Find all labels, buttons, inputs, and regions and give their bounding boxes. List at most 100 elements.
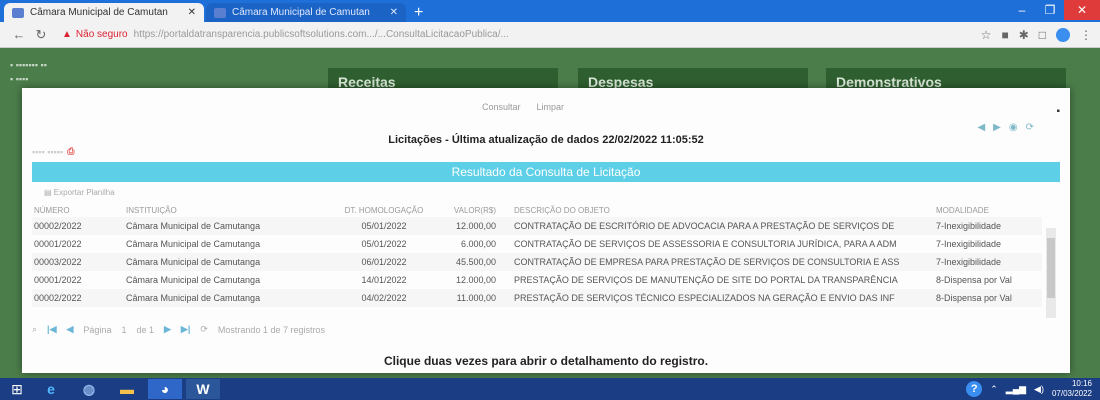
table-row[interactable]: 00002/2022 Câmara Municipal de Camutanga… <box>32 289 1042 307</box>
cell-valor: 12.000,00 <box>434 217 504 235</box>
column-header-modalidade[interactable]: MODALIDADE <box>934 204 1042 217</box>
network-icon[interactable]: ▂▄▆ <box>1006 384 1026 395</box>
cell-numero: 00001/2022 <box>34 239 82 249</box>
consultar-link[interactable]: Consultar <box>482 102 521 112</box>
cell-data: 05/01/2022 <box>361 239 407 249</box>
back-icon[interactable]: ← <box>8 27 30 42</box>
word-icon[interactable]: W <box>186 379 220 399</box>
pdf-icon[interactable]: ⎙ <box>67 146 74 157</box>
cell-modalidade: 8-Dispensa por Val <box>934 289 1042 307</box>
column-header-instituicao[interactable]: INSTITUIÇÃO <box>124 204 334 217</box>
warning-icon: ▲ <box>62 29 72 40</box>
export-label: Exportar Planilha <box>53 188 115 197</box>
next-icon[interactable]: ▶ <box>993 122 1001 133</box>
settings-icon[interactable]: ◉ <box>1009 122 1018 133</box>
table-header-row: NÚMERO INSTITUIÇÃO DT. HOMOLOGAÇÃO VALOR… <box>32 204 1042 217</box>
column-header-descricao[interactable]: DESCRIÇÃO DO OBJETO <box>504 204 934 217</box>
cell-instituicao: Câmara Municipal de Camutanga <box>126 239 261 249</box>
next-page-icon[interactable]: ▶ <box>164 324 171 335</box>
cell-valor: 6.000,00 <box>460 239 496 249</box>
modal-tools: ◀ ▶ ◉ ⟳ <box>977 122 1034 133</box>
pdf-label: ▪▪▪▪ ▪▪▪▪▪ <box>32 146 64 157</box>
url-field[interactable]: ▲ Não seguro https://portaldatransparenc… <box>62 26 971 44</box>
export-spreadsheet-button[interactable]: ▤ Exportar Planilha <box>44 188 115 197</box>
browser-toolbar: ☆ ■ ✱ □ ⋮ <box>981 27 1092 42</box>
cell-instituicao: Câmara Municipal de Camutanga <box>124 253 334 271</box>
page-input[interactable]: 1 <box>121 325 126 335</box>
cell-instituicao: Câmara Municipal de Camutanga <box>124 217 334 235</box>
spreadsheet-icon: ▤ <box>44 188 54 197</box>
cell-descricao: PRESTAÇÃO DE SERVIÇOS TÉCNICO ESPECIALIZ… <box>504 289 934 307</box>
extension-icon[interactable]: ■ <box>1001 28 1008 42</box>
table-row[interactable]: 00001/2022 Câmara Municipal de Camutanga… <box>32 235 1042 253</box>
minimize-icon[interactable]: – <box>1008 0 1036 20</box>
pagination: ⌕ |◀ ◀ Página 1 de 1 ▶ ▶| ⟳ Mostrando 1 … <box>32 324 325 335</box>
cell-numero: 00002/2022 <box>32 217 124 235</box>
table-scrollbar[interactable] <box>1046 228 1056 318</box>
windows-start-icon[interactable]: ⊞ <box>0 378 34 400</box>
url-text: https://portaldatransparencia.publicsoft… <box>133 29 509 40</box>
result-header: Resultado da Consulta de Licitação <box>32 162 1060 182</box>
first-page-icon[interactable]: |◀ <box>47 324 56 335</box>
table-row[interactable]: 00001/2022 Câmara Municipal de Camutanga… <box>32 271 1042 289</box>
new-tab-button[interactable]: + <box>414 3 423 22</box>
cell-instituicao: Câmara Municipal de Camutanga <box>126 275 261 285</box>
last-page-icon[interactable]: ▶| <box>181 324 190 335</box>
cell-data: 06/01/2022 <box>334 253 434 271</box>
cell-numero: 00003/2022 <box>32 253 124 271</box>
cell-data: 14/01/2022 <box>361 275 407 285</box>
cell-instituicao: Câmara Municipal de Camutanga <box>124 289 334 307</box>
scrollbar-thumb[interactable] <box>1047 238 1055 298</box>
reload-icon[interactable]: ↻ <box>30 27 52 43</box>
cell-numero: 00001/2022 <box>34 275 82 285</box>
modal-title: Licitações - Última atualização de dados… <box>388 134 704 146</box>
refresh-icon[interactable]: ⟳ <box>200 324 208 335</box>
clock-date: 07/03/2022 <box>1051 389 1092 398</box>
double-click-hint: Clique duas vezes para abrir o detalhame… <box>383 354 709 368</box>
puzzle-icon[interactable]: ✱ <box>1019 28 1029 42</box>
sidepanel-icon[interactable]: □ <box>1039 28 1046 42</box>
file-explorer-icon[interactable]: ▬ <box>110 379 144 399</box>
close-window-icon[interactable]: ✕ <box>1064 0 1100 20</box>
cell-numero: 00002/2022 <box>32 289 124 307</box>
licitacoes-modal: Consultar Limpar ▪ ◀ ▶ ◉ ⟳ Licitações - … <box>22 88 1070 373</box>
internet-explorer-icon[interactable]: e <box>34 379 68 399</box>
profile-avatar[interactable] <box>1056 27 1070 42</box>
maximize-icon[interactable]: ❐ <box>1036 0 1064 20</box>
windows-taskbar: ⊞ e ◍ ▬ ◕ W ? ⌃ ▂▄▆ ◀) 10:16 07/03/2022 <box>0 378 1100 400</box>
close-modal-icon[interactable]: ▪ <box>1056 106 1060 117</box>
help-icon[interactable]: ? <box>966 381 983 397</box>
left-menu: ▪ ▪▪▪▪▪▪▪ ▪▪ ▪ ▪▪▪▪ <box>10 60 47 84</box>
records-status: Mostrando 1 de 7 registros <box>217 324 325 335</box>
cell-modalidade: 7-Inexigibilidade <box>934 253 1042 271</box>
table-row[interactable]: 00002/2022 Câmara Municipal de Camutanga… <box>32 217 1042 235</box>
close-tab-icon[interactable]: ✕ <box>390 7 398 18</box>
clock-time: 10:16 <box>1071 379 1092 388</box>
first-icon[interactable]: ◀ <box>977 122 985 133</box>
cell-valor: 45.500,00 <box>434 253 504 271</box>
system-tray: ? ⌃ ▂▄▆ ◀) 10:16 07/03/2022 <box>966 378 1092 400</box>
column-header-numero[interactable]: NÚMERO <box>32 204 124 217</box>
prev-page-icon[interactable]: ◀ <box>67 324 74 335</box>
store-icon[interactable]: ◍ <box>72 379 106 399</box>
tray-arrow-icon[interactable]: ⌃ <box>990 384 998 395</box>
browser-tab-inactive[interactable]: Câmara Municipal de Camutan ✕ <box>206 3 406 22</box>
browser-tab-active[interactable]: Câmara Municipal de Camutan ✕ <box>4 3 204 22</box>
pdf-export[interactable]: ▪▪▪▪ ▪▪▪▪▪ ⎙ <box>32 146 74 157</box>
cell-valor: 11.000,00 <box>434 289 504 307</box>
close-tab-icon[interactable]: ✕ <box>188 7 196 18</box>
limpar-link[interactable]: Limpar <box>537 102 565 112</box>
star-icon[interactable]: ☆ <box>981 28 992 42</box>
menu-icon[interactable]: ⋮ <box>1080 28 1092 42</box>
refresh-icon[interactable]: ⟳ <box>1026 122 1034 133</box>
clock[interactable]: 10:16 07/03/2022 <box>1052 379 1092 399</box>
search-icon[interactable]: ⌕ <box>32 324 37 335</box>
volume-icon[interactable]: ◀) <box>1034 384 1044 395</box>
column-header-data[interactable]: DT. HOMOLOGAÇÃO <box>334 204 434 217</box>
chrome-icon[interactable]: ◕ <box>148 379 182 399</box>
cell-data: 04/02/2022 <box>334 289 434 307</box>
cell-descricao: CONTRATAÇÃO DE ESCRITÓRIO DE ADVOCACIA P… <box>504 217 934 235</box>
cell-modalidade: 7-Inexigibilidade <box>936 239 1002 249</box>
column-header-valor[interactable]: VALOR(R$) <box>434 204 504 217</box>
table-row[interactable]: 00003/2022 Câmara Municipal de Camutanga… <box>32 253 1042 271</box>
